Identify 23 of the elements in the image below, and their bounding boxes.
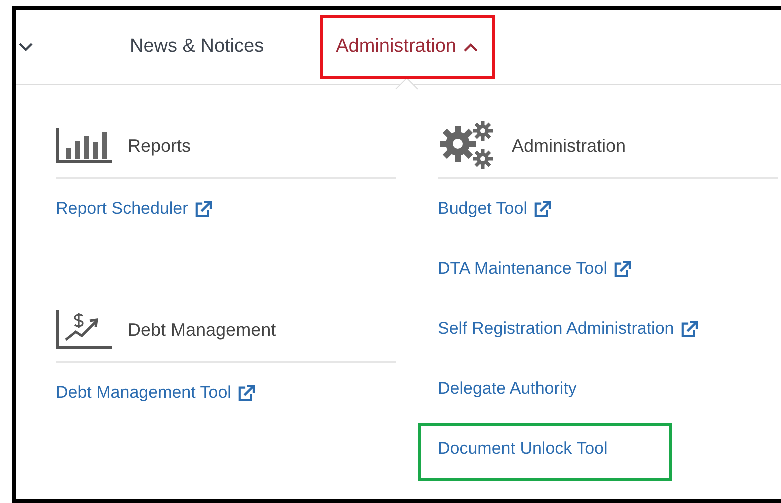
bar-chart-icon [56,128,112,164]
external-link-icon [237,384,256,402]
external-link-icon [680,320,700,338]
external-link-icon [194,200,214,218]
menu-link[interactable]: DTA Maintenance Tool [438,256,632,282]
external-link-icon [613,260,632,278]
dollar-trend-icon [56,310,112,350]
caret-icon [462,42,478,52]
nav-tab[interactable]: News & Notices [130,36,264,57]
section-title: Administration [512,134,626,158]
section-title: Debt Management [128,318,276,342]
nav-tab[interactable]: Administration [336,32,478,62]
chevron-icon [18,42,34,52]
gears-icon [438,120,496,172]
nav-dropdown-toggle[interactable] [18,42,34,52]
menu-link[interactable]: Document Unlock Tool [438,436,608,462]
menu-link[interactable]: Self Registration Administration [438,316,700,342]
section-title: Reports [128,134,192,158]
external-link-icon [533,200,552,218]
menu-link[interactable]: Delegate Authority [438,376,577,402]
menu-link[interactable]: Budget Tool [438,196,552,222]
menu-link[interactable]: Debt Management Tool [56,380,256,406]
menu-link[interactable]: Report Scheduler [56,196,214,222]
